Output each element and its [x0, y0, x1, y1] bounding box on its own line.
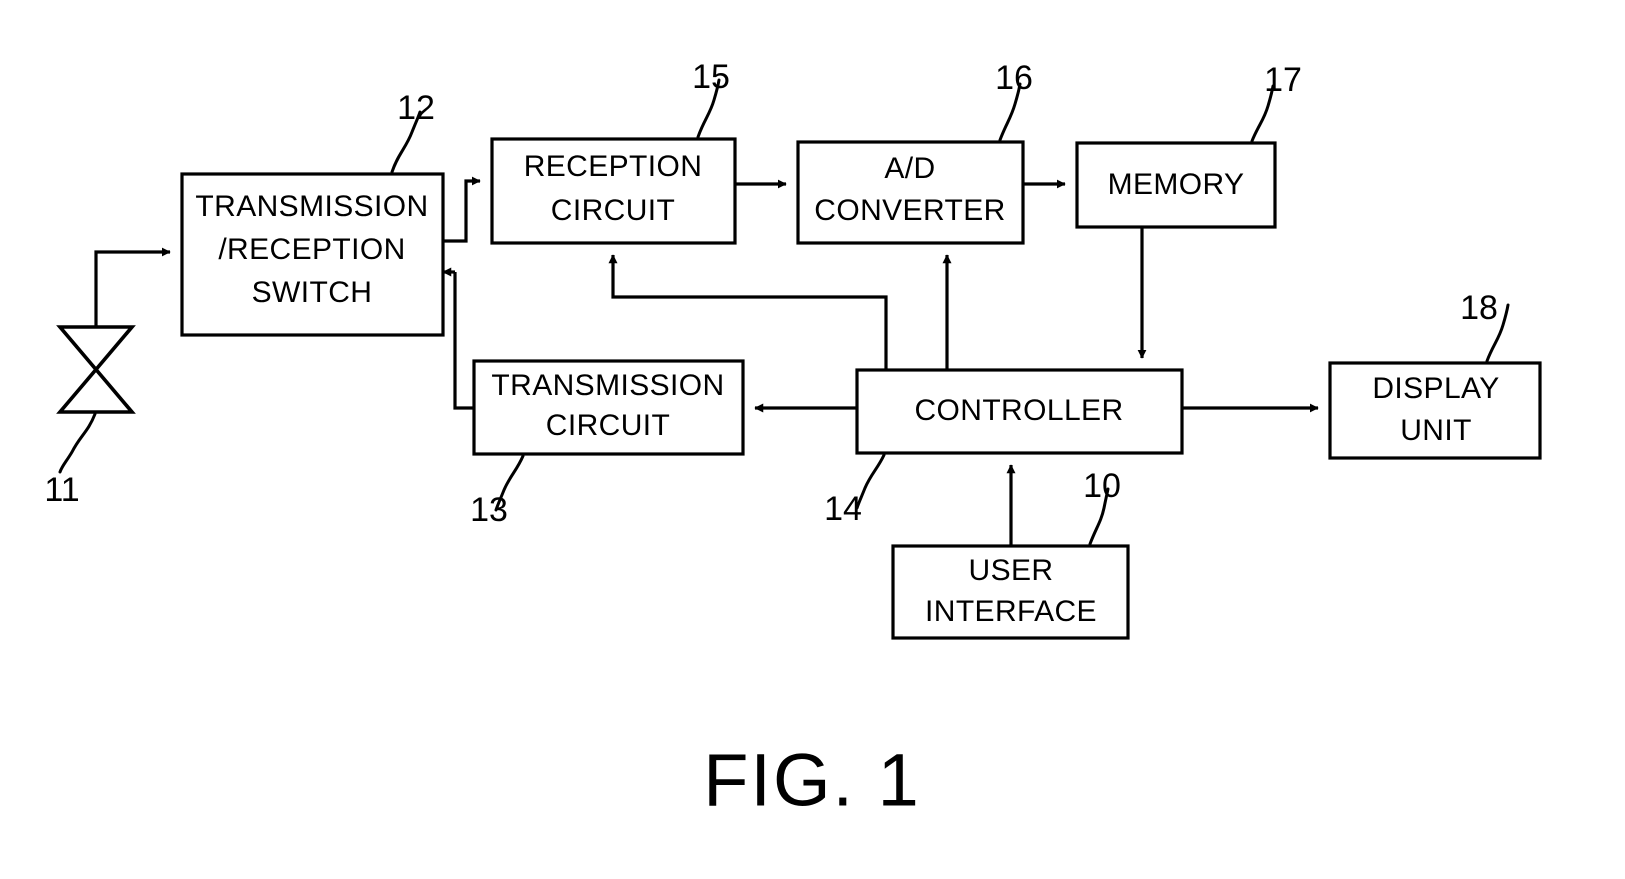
block-transmission-circuit[interactable]: TRANSMISSION CIRCUIT	[472, 359, 745, 456]
block-controller[interactable]: CONTROLLER	[855, 368, 1184, 455]
ref-numeral-12: 12	[397, 89, 435, 127]
figure-canvas: 11 TRANSMISSION /RECEPTION SWITCH 12 REC…	[44, 58, 1542, 822]
switch-label-line1: TRANSMISSION	[195, 190, 428, 223]
ref-numeral-11: 11	[44, 471, 79, 509]
ui-label-line1: USER	[969, 554, 1054, 587]
wire-controller-to-reception	[608, 254, 888, 370]
ref-numeral-17: 17	[1264, 61, 1302, 99]
block-ad-converter[interactable]: A/D CONVERTER	[796, 140, 1025, 245]
ref-numeral-13: 13	[470, 491, 508, 529]
wire-txcircuit-riser	[453, 272, 474, 410]
ref-numeral-15: 15	[692, 58, 730, 96]
ref-numeral-16: 16	[995, 59, 1033, 97]
reception-label-line1: RECEPTION	[524, 150, 703, 183]
block-memory[interactable]: MEMORY	[1075, 141, 1277, 229]
ref-numeral-14: 14	[824, 490, 862, 528]
patent-figure: 11 TRANSMISSION /RECEPTION SWITCH 12 REC…	[0, 0, 1625, 879]
block-transmission-reception-switch[interactable]: TRANSMISSION /RECEPTION SWITCH	[180, 172, 445, 337]
leader-line-11	[58, 412, 97, 474]
adc-label-line2: CONVERTER	[814, 194, 1005, 227]
transducer-symbol	[56, 325, 136, 414]
controller-label-line1: CONTROLLER	[914, 394, 1123, 427]
block-display-unit[interactable]: DISPLAY UNIT	[1328, 361, 1542, 460]
wire-transducer-to-switch	[94, 247, 171, 327]
wire-switch-to-reception	[443, 176, 481, 243]
switch-label-line3: SWITCH	[252, 276, 373, 309]
ref-numeral-18: 18	[1460, 289, 1498, 327]
block-user-interface[interactable]: USER INTERFACE	[891, 544, 1130, 640]
block-reception-circuit[interactable]: RECEPTION CIRCUIT	[490, 137, 737, 245]
txcircuit-label-line1: TRANSMISSION	[491, 369, 724, 402]
ref-numeral-10: 10	[1083, 467, 1121, 505]
figure-caption: FIG. 1	[703, 739, 921, 822]
adc-label-line1: A/D	[884, 152, 935, 185]
display-label-line2: UNIT	[1400, 414, 1472, 447]
switch-label-line2: /RECEPTION	[218, 233, 405, 266]
reception-label-line2: CIRCUIT	[551, 194, 675, 227]
display-label-line1: DISPLAY	[1372, 372, 1499, 405]
memory-label-line1: MEMORY	[1108, 168, 1245, 201]
ui-label-line2: INTERFACE	[925, 595, 1097, 628]
txcircuit-label-line2: CIRCUIT	[546, 409, 670, 442]
